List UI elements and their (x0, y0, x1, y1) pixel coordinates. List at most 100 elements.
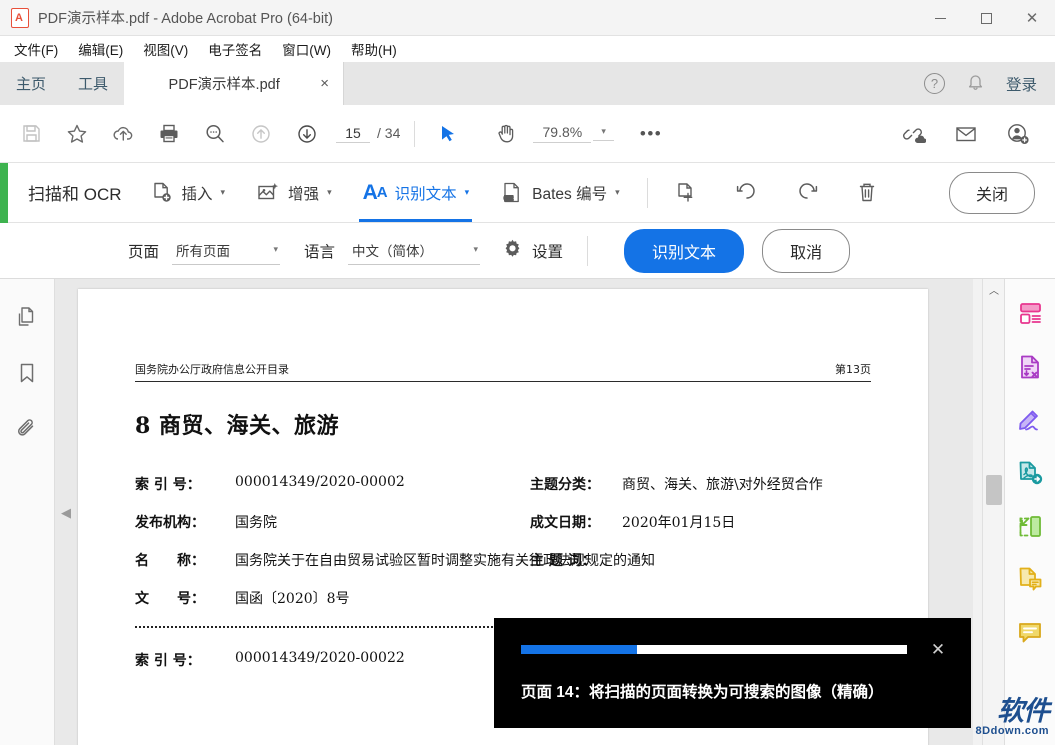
crop-page-icon[interactable] (666, 172, 708, 214)
tab-tools[interactable]: 工具 (62, 62, 124, 105)
rotate-clockwise-icon[interactable] (786, 172, 828, 214)
progress-bar-fill (521, 645, 637, 654)
metadata-value: 商贸、海关、旅游\对外经贸合作 (622, 474, 823, 494)
chevron-down-icon: ▾ (273, 244, 278, 255)
metadata-key: 索 引 号： (135, 474, 235, 494)
rotate-counterclockwise-icon[interactable] (726, 172, 768, 214)
export-pdf-icon[interactable] (1011, 348, 1049, 386)
cancel-button[interactable]: 取消 (762, 229, 850, 273)
recognize-text-submit-button[interactable]: 识别文本 (624, 229, 744, 273)
language-dropdown[interactable]: 中文（简体） ▾ (348, 237, 480, 265)
tab-strip-right: ? 登录 (344, 62, 1055, 105)
document-metadata: 索 引 号： 000014349/2020-00002 发布机构： 国务院 名 … (135, 474, 928, 608)
metadata-key: 发布机构： (135, 512, 235, 532)
document-metadata-column-right: 主题分类： 商贸、海关、旅游\对外经贸合作 成文日期： 2020年01月15日 … (530, 474, 823, 588)
current-page-input[interactable]: 15 (336, 125, 370, 143)
next-page-icon[interactable] (284, 111, 330, 157)
toolbar-right-group (891, 111, 1055, 157)
settings-button[interactable]: 设置 (502, 238, 563, 264)
menu-view[interactable]: 视图(V) (140, 37, 191, 61)
add-to-favorites-icon[interactable] (54, 111, 100, 157)
menu-bar: 文件(F) 编辑(E) 视图(V) 电子签名 窗口(W) 帮助(H) (0, 36, 1055, 62)
tab-home[interactable]: 主页 (0, 62, 62, 105)
add-person-icon[interactable] (995, 111, 1041, 157)
minimize-button[interactable] (917, 0, 963, 36)
document-tab[interactable]: PDF演示样本.pdf × (124, 62, 344, 105)
notification-bell-icon[interactable] (967, 73, 984, 94)
acrobat-window: PDF演示样本.pdf - Adobe Acrobat Pro (64-bit)… (0, 0, 1055, 745)
signin-link[interactable]: 登录 (1006, 73, 1037, 95)
bates-numbering-button[interactable]: 012 Bates 编号 ▾ (496, 164, 622, 222)
delete-trash-icon[interactable] (846, 172, 888, 214)
nav-tabs: 主页 工具 (0, 62, 124, 105)
menu-window[interactable]: 窗口(W) (279, 37, 334, 61)
window-title: PDF演示样本.pdf - Adobe Acrobat Pro (64-bit) (38, 7, 333, 28)
organize-pages-icon[interactable] (1011, 295, 1049, 333)
page-header-left: 国务院办公厅政府信息公开目录 (135, 361, 289, 377)
language-label: 语言 (304, 240, 335, 262)
edit-pdf-icon[interactable] (1011, 560, 1049, 598)
chevron-down-icon: ▾ (615, 187, 620, 198)
progress-bar-track (521, 645, 907, 654)
chevron-down-icon: ▾ (221, 187, 226, 198)
page-section-title: 8 商贸、海关、旅游 (135, 408, 928, 440)
comment-icon[interactable] (1011, 613, 1049, 651)
previous-page-icon[interactable] (238, 111, 284, 157)
close-tool-button[interactable]: 关闭 (949, 172, 1035, 214)
svg-text:012: 012 (504, 196, 514, 202)
total-pages-label: / 34 (377, 125, 400, 141)
scrollbar-thumb[interactable] (986, 475, 1002, 505)
hand-pan-icon[interactable] (483, 111, 529, 157)
email-icon[interactable] (943, 111, 989, 157)
menu-edit[interactable]: 编辑(E) (75, 37, 126, 61)
insert-button[interactable]: 插入 ▾ (146, 164, 229, 222)
upload-to-cloud-icon[interactable] (100, 111, 146, 157)
chevron-down-icon[interactable]: ▾ (593, 126, 614, 141)
menu-file[interactable]: 文件(F) (11, 37, 61, 61)
search-icon[interactable] (192, 111, 238, 157)
metadata-value: 000014349/2020-00022 (235, 650, 405, 670)
page-thumbnails-icon[interactable] (9, 299, 45, 335)
maximize-button[interactable] (963, 0, 1009, 36)
language-dropdown-value: 中文（简体） (352, 240, 433, 260)
zoom-level-input[interactable]: 79.8% (533, 124, 591, 143)
bookmarks-icon[interactable] (9, 355, 45, 391)
select-cursor-icon[interactable] (425, 111, 471, 157)
insert-page-icon (149, 180, 175, 206)
zoom-control: 79.8% ▾ (533, 124, 614, 143)
tool-accent-bar (0, 163, 8, 223)
metadata-key: 成文日期： (530, 512, 622, 532)
insert-label: 插入 (182, 182, 213, 204)
gear-icon (502, 238, 523, 264)
main-toolbar: 15 / 34 79.8% ▾ ••• (0, 105, 1055, 163)
document-tab-close-icon[interactable]: × (320, 75, 329, 92)
recognize-text-label: 识别文本 (395, 182, 457, 204)
more-tools-button[interactable]: ••• (632, 124, 670, 144)
scroll-up-arrow-icon[interactable]: ︿ (983, 279, 1005, 299)
enhance-button[interactable]: 增强 ▾ (252, 164, 335, 222)
metadata-key: 主题分类： (530, 474, 622, 494)
collapse-panel-arrow-icon[interactable]: ◀ (58, 500, 74, 526)
close-icon: ✕ (1026, 11, 1039, 26)
window-controls: ✕ (917, 0, 1055, 36)
help-icon[interactable]: ? (924, 73, 945, 94)
progress-dialog-close-icon[interactable]: ✕ (929, 641, 947, 658)
metadata-key: 名 称： (135, 550, 235, 570)
share-link-cloud-icon[interactable] (891, 111, 937, 157)
compress-pdf-icon[interactable] (1011, 507, 1049, 545)
attachments-icon[interactable] (9, 411, 45, 447)
progress-status-text: 页面 14：将扫描的页面转换为可搜索的图像（精确） (494, 658, 971, 702)
menu-esign[interactable]: 电子签名 (205, 37, 265, 61)
pages-dropdown[interactable]: 所有页面 ▾ (172, 237, 280, 265)
create-pdf-icon[interactable] (1011, 454, 1049, 492)
print-icon[interactable] (146, 111, 192, 157)
save-icon[interactable] (8, 111, 54, 157)
options-divider (587, 236, 588, 266)
menu-help[interactable]: 帮助(H) (348, 37, 400, 61)
fill-and-sign-icon[interactable] (1011, 401, 1049, 439)
chevron-down-icon: ▾ (465, 187, 470, 198)
vertical-scrollbar[interactable]: ︿ (982, 279, 1004, 745)
recognize-text-button[interactable]: AA 识别文本 ▾ (359, 164, 473, 222)
pages-dropdown-value: 所有页面 (176, 240, 230, 260)
close-window-button[interactable]: ✕ (1009, 0, 1055, 36)
